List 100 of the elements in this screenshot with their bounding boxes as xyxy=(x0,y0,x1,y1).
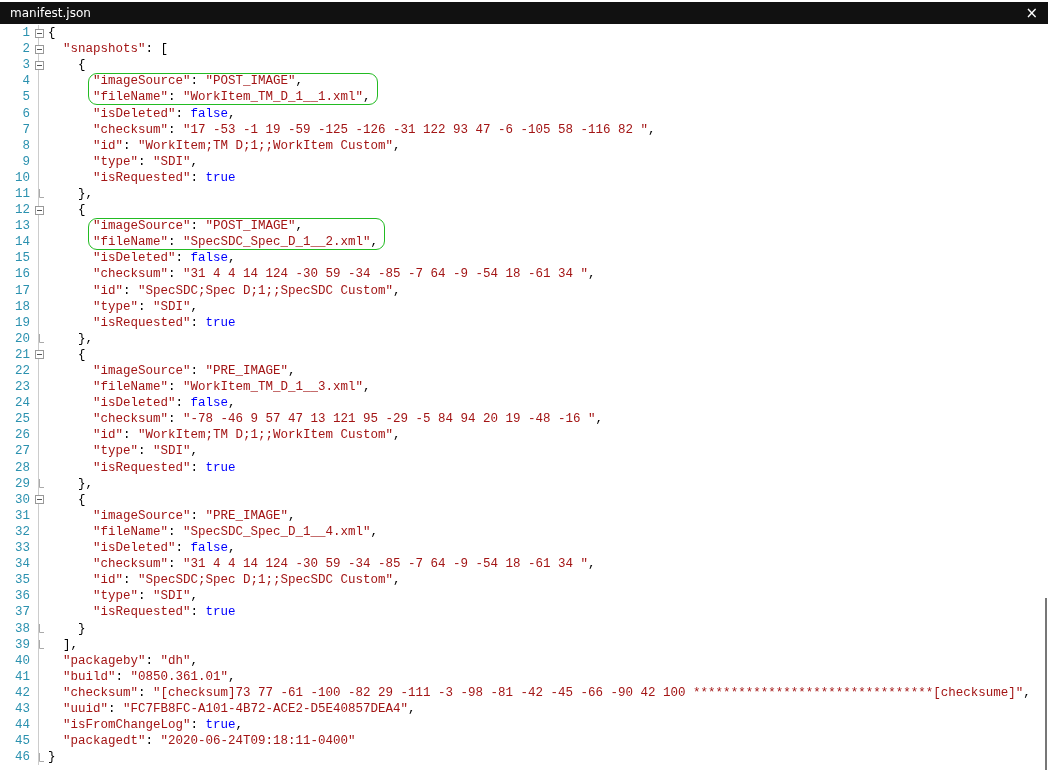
code-line: "isDeleted": false, xyxy=(92,396,236,411)
collapse-icon[interactable] xyxy=(34,28,44,38)
code-line: { xyxy=(77,347,86,362)
collapse-icon[interactable] xyxy=(34,495,44,505)
code-line: "fileName": "SpecSDC_Spec_D_1__4.xml", xyxy=(92,524,379,539)
line-number: 27 xyxy=(14,444,30,459)
code-line: "isRequested": true xyxy=(92,170,236,185)
line-number: 13 xyxy=(14,219,30,234)
code-line: "packageby": "dh", xyxy=(62,653,199,668)
line-number: 22 xyxy=(14,364,30,378)
code-line: "checksum": "31 4 4 14 124 -30 59 -34 -85 -7 64 -9 -54 18 -61 34 ", xyxy=(92,267,596,282)
code-line: "type": "SDI", xyxy=(92,589,199,604)
code-line: "checksum": "17 -53 -1 19 -59 -125 -126 -31 122 93 47 -6 -105 58 -116 82 ", xyxy=(92,122,656,137)
code-line: "id": "SpecSDC;Spec D;1;;SpecSDC Custom", xyxy=(92,283,401,298)
line-number: 8 xyxy=(21,138,30,153)
code-line: }, xyxy=(77,187,93,201)
code-line: "imageSource": "POST_IMAGE", xyxy=(92,74,304,89)
line-number: 10 xyxy=(14,170,30,185)
line-number: 45 xyxy=(14,734,30,749)
code-line: { xyxy=(77,58,86,73)
close-button[interactable]: × xyxy=(1021,4,1042,22)
scrollbar[interactable] xyxy=(1045,598,1047,770)
code-line: { xyxy=(77,492,86,507)
line-number: 7 xyxy=(21,122,30,137)
code-line: "imageSource": "PRE_IMAGE", xyxy=(92,508,296,523)
line-number: 41 xyxy=(14,669,30,684)
line-number: 25 xyxy=(14,412,30,427)
code-line: } xyxy=(77,621,86,636)
code-line: "isDeleted": false, xyxy=(92,251,236,266)
code-line: }, xyxy=(77,476,93,491)
line-number: 18 xyxy=(14,299,30,314)
code-line: "uuid": "FC7FB8FC-A101-4B72-ACE2-D5E40857DEA4", xyxy=(62,702,416,716)
code-line: "checksum": "31 4 4 14 124 -30 59 -34 -85 -7 64 -9 -54 18 -61 34 ", xyxy=(92,557,596,572)
line-number: 37 xyxy=(14,605,30,620)
line-number: 14 xyxy=(14,235,30,250)
code-line: } xyxy=(48,750,56,765)
line-number: 12 xyxy=(14,203,30,218)
code-line: "isRequested": true xyxy=(92,315,236,330)
fold-end-icon xyxy=(38,752,44,762)
line-number: 38 xyxy=(14,621,30,636)
line-number: 2 xyxy=(21,42,30,57)
line-number: 9 xyxy=(21,154,30,169)
line-number: 19 xyxy=(14,315,30,330)
code-line: "imageSource": "PRE_IMAGE", xyxy=(92,364,296,378)
code-line: "isRequested": true xyxy=(92,460,236,475)
code-line: "type": "SDI", xyxy=(92,444,199,459)
line-number: 44 xyxy=(14,718,30,733)
code-line: "checksum": "-78 -46 9 57 47 13 121 95 -29 -5 84 94 20 19 -48 -16 ", xyxy=(92,412,604,427)
code-line: { xyxy=(77,203,86,218)
line-number: 26 xyxy=(14,428,30,443)
collapse-icon[interactable] xyxy=(34,44,44,54)
line-number: 34 xyxy=(14,557,30,572)
line-number: 28 xyxy=(14,460,30,475)
code-line: "imageSource": "POST_IMAGE", xyxy=(92,219,304,234)
code-line: "id": "WorkItem;TM D;1;;WorkItem Custom", xyxy=(92,138,401,153)
collapse-icon[interactable] xyxy=(34,60,44,70)
code-line: ], xyxy=(62,637,78,652)
line-number: 43 xyxy=(14,702,30,716)
line-number: 32 xyxy=(14,524,30,539)
line-number: 35 xyxy=(14,573,30,588)
line-number: 4 xyxy=(21,74,30,89)
line-number: 39 xyxy=(14,637,30,652)
code-line: }, xyxy=(77,331,93,346)
line-number: 40 xyxy=(14,653,30,668)
code-line: "isDeleted": false, xyxy=(92,541,236,556)
collapse-icon[interactable] xyxy=(34,350,44,360)
code-line: "isRequested": true xyxy=(92,605,236,620)
line-number: 16 xyxy=(14,267,30,282)
code-line: "isFromChangeLog": true, xyxy=(62,718,244,733)
code-line: "fileName": "SpecSDC_Spec_D_1__2.xml", xyxy=(92,235,379,250)
line-number: 33 xyxy=(14,541,30,556)
line-number: 24 xyxy=(14,396,30,411)
code-line: "id": "WorkItem;TM D;1;;WorkItem Custom", xyxy=(92,428,401,443)
line-number: 6 xyxy=(21,106,30,121)
line-number: 5 xyxy=(21,90,30,105)
line-number: 20 xyxy=(14,331,30,346)
line-number: 1 xyxy=(21,26,30,41)
code-line: "build": "0850.361.01", xyxy=(62,669,236,684)
code-line: "fileName": "WorkItem_TM_D_1__3.xml", xyxy=(92,380,371,395)
fold-end-icon xyxy=(38,479,44,489)
line-number: 21 xyxy=(14,347,30,362)
line-number: 30 xyxy=(14,492,30,507)
fold-end-icon xyxy=(38,334,44,344)
line-number: 3 xyxy=(21,58,30,73)
code-line: { xyxy=(48,26,56,41)
fold-end-icon xyxy=(38,189,44,199)
line-number: 36 xyxy=(14,589,30,604)
code-line: "type": "SDI", xyxy=(92,299,199,314)
code-line: "type": "SDI", xyxy=(92,154,199,169)
collapse-icon[interactable] xyxy=(34,205,44,215)
line-number: 46 xyxy=(14,750,30,765)
code-line: "fileName": "WorkItem_TM_D_1__1.xml", xyxy=(92,90,371,105)
line-number: 42 xyxy=(14,685,30,700)
code-line: "snapshots": [ xyxy=(62,42,169,57)
line-number: 17 xyxy=(14,283,30,298)
code-line: "checksum": "[checksum]73 77 -61 -100 -82 29 -111 -3 -98 -81 -42 -45 -66 -90 42 100 ********************************[checksume]", xyxy=(62,685,1031,700)
code-line: "packagedt": "2020-06-24T09:18:11-0400" xyxy=(62,734,356,749)
line-number: 23 xyxy=(14,380,30,395)
code-line: "id": "SpecSDC;Spec D;1;;SpecSDC Custom", xyxy=(92,573,401,588)
window-title: manifest.json xyxy=(10,6,91,20)
